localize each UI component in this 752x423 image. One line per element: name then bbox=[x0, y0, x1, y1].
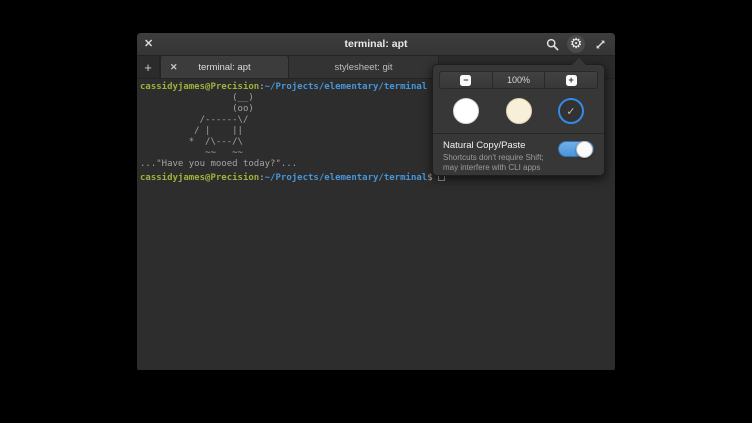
toggle-knob bbox=[576, 141, 593, 158]
tab-close-icon[interactable]: ✕ bbox=[170, 56, 178, 78]
search-icon bbox=[546, 38, 559, 51]
theme-selector: ✓ bbox=[433, 89, 604, 124]
tab-terminal-apt[interactable]: ✕ terminal: apt bbox=[160, 56, 289, 78]
theme-solarized-option[interactable] bbox=[506, 98, 532, 124]
settings-popover: − 100% + ✓ Natural Copy/Paste Shortcuts … bbox=[432, 64, 605, 176]
prompt-user-host: cassidyjames@Precision bbox=[140, 82, 259, 92]
zoom-in-icon: + bbox=[566, 75, 577, 86]
prompt-path: ~/Projects/elementary/terminal bbox=[265, 82, 428, 92]
zoom-in-button[interactable]: + bbox=[545, 71, 598, 89]
prompt-path: ~/Projects/elementary/terminal bbox=[265, 173, 428, 183]
natural-copy-paste-row: Natural Copy/Paste Shortcuts don't requi… bbox=[433, 134, 604, 173]
fullscreen-button[interactable] bbox=[591, 35, 609, 53]
settings-button[interactable]: ⚙ bbox=[567, 35, 585, 53]
gear-icon: ⚙ bbox=[570, 37, 583, 51]
search-button[interactable] bbox=[543, 35, 561, 53]
theme-dark-option[interactable]: ✓ bbox=[558, 98, 584, 124]
tab-label: stylesheet: git bbox=[334, 62, 392, 73]
zoom-out-button[interactable]: − bbox=[439, 71, 493, 89]
tab-label: terminal: apt bbox=[198, 62, 250, 73]
header-bar: ✕ terminal: apt ⚙ bbox=[137, 33, 615, 56]
tab-stylesheet-git[interactable]: stylesheet: git bbox=[289, 56, 439, 78]
desktop: ✕ terminal: apt ⚙ bbox=[0, 0, 752, 423]
theme-light-option[interactable] bbox=[453, 98, 479, 124]
zoom-out-icon: − bbox=[460, 75, 471, 86]
check-icon: ✓ bbox=[566, 105, 575, 118]
natural-copy-paste-toggle[interactable] bbox=[558, 141, 594, 157]
zoom-control: − 100% + bbox=[439, 71, 598, 89]
expand-icon bbox=[594, 38, 607, 51]
popover-arrow bbox=[572, 58, 586, 65]
terminal-window: ✕ terminal: apt ⚙ bbox=[137, 33, 615, 370]
zoom-level[interactable]: 100% bbox=[493, 71, 546, 89]
prompt-user-host: cassidyjames@Precision bbox=[140, 173, 259, 183]
new-tab-button[interactable]: + bbox=[137, 56, 160, 78]
